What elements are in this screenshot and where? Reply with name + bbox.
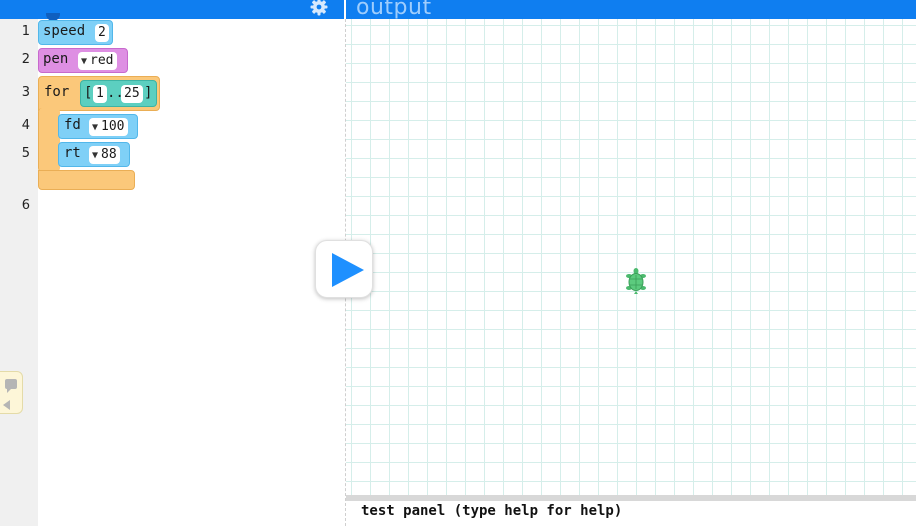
line-number: 4	[21, 118, 30, 133]
speed-keyword: speed	[43, 23, 86, 39]
turtle-icon	[626, 268, 646, 294]
range-open-bracket: [	[84, 85, 93, 101]
for-block-end	[38, 170, 135, 190]
test-panel[interactable]: test panel (type help for help)	[346, 501, 916, 526]
test-panel-prompt: test panel (type help for help)	[361, 503, 623, 519]
palette-toggle[interactable]	[0, 371, 23, 414]
output-header: output	[346, 0, 916, 19]
dropdown-arrow-icon: ▼	[92, 150, 99, 161]
fd-value-dropdown[interactable]: ▼ 100	[89, 118, 128, 136]
line-number: 1	[21, 24, 30, 39]
dropdown-arrow-icon: ▼	[81, 56, 88, 67]
gear-icon[interactable]	[309, 0, 329, 17]
rt-block[interactable]: rt ▼ 88	[58, 142, 130, 167]
range-block[interactable]: [ 1 .. 25 ]	[80, 80, 157, 107]
range-end-input[interactable]: 25	[121, 85, 143, 103]
output-title: output	[356, 0, 432, 19]
rt-value: 88	[101, 147, 117, 162]
pen-keyword: pen	[43, 51, 69, 67]
play-icon	[332, 253, 364, 287]
comment-icon	[3, 379, 17, 410]
for-block-body	[38, 108, 60, 172]
range-start-input[interactable]: 1	[93, 85, 107, 103]
speed-block[interactable]: speed 2	[38, 20, 113, 45]
line-number: 2	[21, 52, 30, 67]
rt-keyword: rt	[64, 145, 81, 161]
dropdown-arrow-icon: ▼	[92, 122, 99, 133]
pen-color-value: red	[90, 53, 114, 68]
for-keyword: for	[44, 84, 70, 100]
run-button[interactable]	[315, 240, 373, 298]
fd-block[interactable]: fd ▼ 100	[58, 114, 138, 139]
line-number: 5	[21, 146, 30, 161]
output-canvas[interactable]	[346, 19, 916, 495]
pen-block[interactable]: pen ▼ red	[38, 48, 128, 73]
fd-value: 100	[101, 119, 125, 134]
fd-keyword: fd	[64, 117, 81, 133]
rt-value-dropdown[interactable]: ▼ 88	[89, 146, 120, 164]
line-number: 3	[21, 85, 30, 100]
range-close-bracket: ]	[144, 85, 153, 101]
speed-value-input[interactable]: 2	[95, 24, 109, 42]
line-number: 6	[21, 198, 30, 213]
pen-color-dropdown[interactable]: ▼ red	[78, 52, 117, 70]
